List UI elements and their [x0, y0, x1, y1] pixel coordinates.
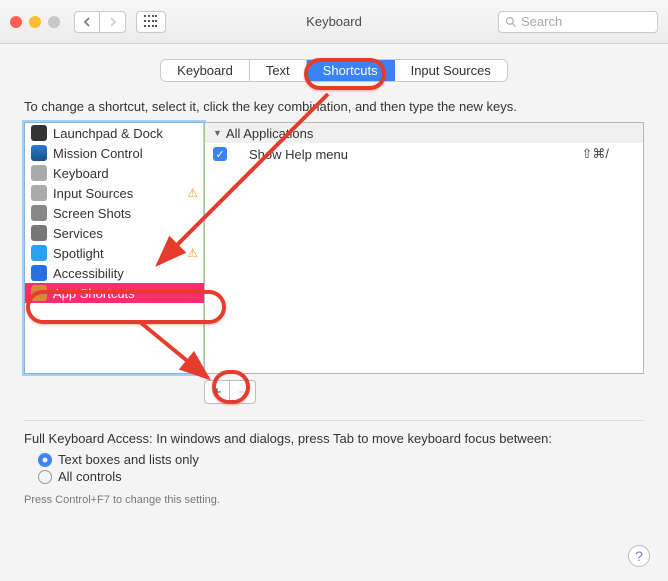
app-shortcuts-icon [31, 285, 47, 301]
disclosure-triangle-icon[interactable]: ▼ [213, 128, 222, 138]
minimize-window-button[interactable] [29, 16, 41, 28]
zoom-window-button[interactable] [48, 16, 60, 28]
instruction-text: To change a shortcut, select it, click t… [24, 99, 644, 114]
shortcut-enabled-checkbox[interactable]: ✓ [213, 147, 227, 161]
full-keyboard-access-text: Full Keyboard Access: In windows and dia… [24, 431, 644, 446]
shortcut-keys[interactable]: ⇧⌘/ [581, 146, 609, 162]
input-sources-icon [31, 185, 47, 201]
tab-input-sources[interactable]: Input Sources [395, 60, 507, 81]
add-shortcut-button[interactable]: + [204, 380, 230, 404]
radio-icon [38, 470, 52, 484]
category-list[interactable]: Launchpad & Dock Mission Control Keyboar… [24, 122, 204, 374]
close-window-button[interactable] [10, 16, 22, 28]
warning-icon: ⚠︎ [187, 246, 198, 260]
tabs: Keyboard Text Shortcuts Input Sources [24, 60, 644, 81]
divider [24, 420, 644, 421]
accessibility-icon [31, 265, 47, 281]
category-mission-control[interactable]: Mission Control [25, 143, 204, 163]
mission-control-icon [31, 145, 47, 161]
titlebar: Keyboard Search [0, 0, 668, 44]
shortcut-row[interactable]: ✓ Show Help menu ⇧⌘/ [205, 143, 643, 165]
tab-shortcuts[interactable]: Shortcuts [307, 60, 395, 81]
keyboard-access-tip: Press Control+F7 to change this setting. [24, 494, 644, 506]
radio-text-boxes[interactable]: Text boxes and lists only [38, 452, 644, 467]
keyboard-icon [31, 165, 47, 181]
search-placeholder: Search [521, 14, 562, 29]
category-spotlight[interactable]: Spotlight⚠︎ [25, 243, 204, 263]
category-screen-shots[interactable]: Screen Shots [25, 203, 204, 223]
category-app-shortcuts[interactable]: App Shortcuts [25, 283, 204, 303]
category-launchpad-dock[interactable]: Launchpad & Dock [25, 123, 204, 143]
search-icon [505, 16, 517, 28]
nav-buttons [74, 11, 126, 33]
category-accessibility[interactable]: Accessibility [25, 263, 204, 283]
back-button[interactable] [74, 11, 100, 33]
radio-icon [38, 453, 52, 467]
category-input-sources[interactable]: Input Sources⚠︎ [25, 183, 204, 203]
warning-icon: ⚠︎ [187, 186, 198, 200]
grid-icon [144, 15, 158, 29]
show-all-button[interactable] [136, 11, 166, 33]
window-controls [10, 16, 60, 28]
radio-all-controls[interactable]: All controls [38, 469, 644, 484]
screen-shots-icon [31, 205, 47, 221]
category-services[interactable]: Services [25, 223, 204, 243]
tab-text[interactable]: Text [250, 60, 307, 81]
services-icon [31, 225, 47, 241]
tab-keyboard[interactable]: Keyboard [161, 60, 250, 81]
spotlight-icon [31, 245, 47, 261]
help-button[interactable]: ? [628, 545, 650, 567]
search-field[interactable]: Search [498, 11, 658, 33]
launchpad-icon [31, 125, 47, 141]
category-keyboard[interactable]: Keyboard [25, 163, 204, 183]
add-remove-buttons: + − [204, 380, 644, 404]
remove-shortcut-button[interactable]: − [230, 380, 256, 404]
shortcut-group-header[interactable]: ▼ All Applications [205, 123, 643, 143]
forward-button[interactable] [100, 11, 126, 33]
shortcut-list[interactable]: ▼ All Applications ✓ Show Help menu ⇧⌘/ [204, 122, 644, 374]
shortcut-name: Show Help menu [249, 147, 348, 162]
